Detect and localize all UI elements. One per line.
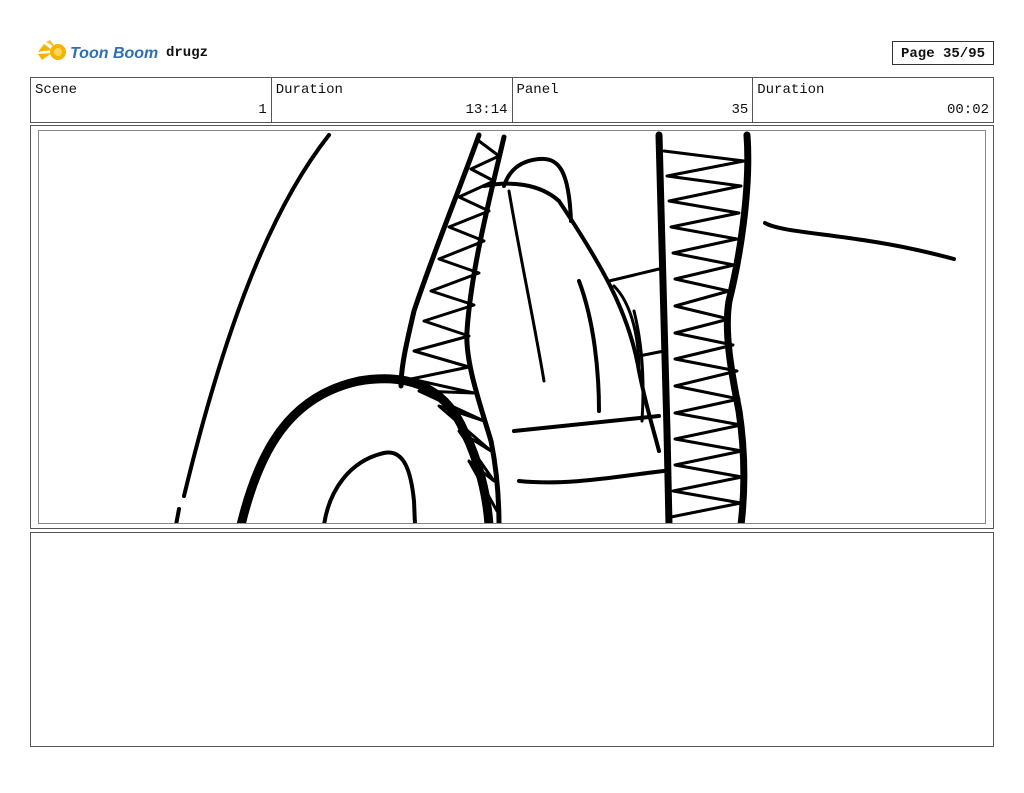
scene-duration-cell: Duration 13:14 — [272, 78, 513, 122]
scene-cell: Scene 1 — [31, 78, 272, 122]
svg-text:Toon Boom: Toon Boom — [70, 45, 158, 62]
panel-duration-value: 00:02 — [946, 102, 989, 118]
right-hatching — [662, 149, 746, 519]
page-indicator: Page 35/95 — [892, 41, 994, 65]
panel-cell: Panel 35 — [513, 78, 754, 122]
page-header: Toon Boom drugz Page 35/95 — [30, 36, 994, 70]
panel-info-table: Scene 1 Duration 13:14 Panel 35 Duration… — [30, 77, 994, 123]
panel-label: Panel — [516, 82, 559, 98]
wheel-outer — [236, 374, 494, 523]
panel-frame — [30, 125, 994, 529]
panel-duration-label: Duration — [757, 82, 825, 98]
starburst-icon — [38, 40, 66, 60]
project-name: drugz — [166, 45, 209, 61]
scene-duration-label: Duration — [275, 82, 343, 98]
storyboard-drawing — [38, 130, 986, 524]
scene-label: Scene — [35, 82, 78, 98]
panel-notes-box — [30, 532, 994, 747]
scene-duration-value: 13:14 — [465, 102, 508, 118]
wheel-inner — [322, 450, 417, 523]
left-curve-stroke — [182, 133, 331, 498]
panel-value: 35 — [731, 102, 749, 118]
right-arm-stroke — [763, 221, 956, 261]
toon-boom-logo: Toon Boom — [34, 38, 158, 68]
panel-duration-cell: Duration 00:02 — [753, 78, 993, 122]
scene-value: 1 — [258, 102, 267, 118]
